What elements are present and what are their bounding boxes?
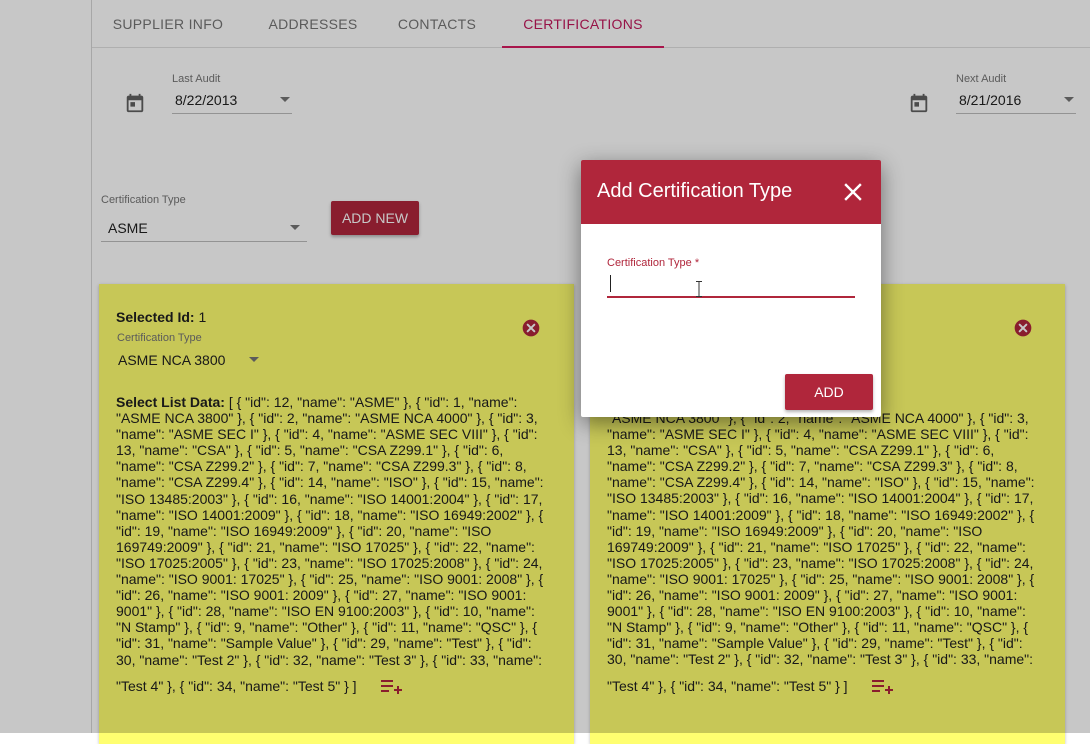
- certification-type-input[interactable]: [607, 272, 855, 298]
- text-cursor: [610, 275, 611, 292]
- ibeam-cursor-icon: [696, 281, 702, 297]
- add-certification-dialog: Add Certification Type Certification Typ…: [581, 160, 881, 417]
- dialog-field-label: Certification Type *: [607, 257, 700, 269]
- page: SUPPLIER INFO ADDRESSES CONTACTS CERTIFI…: [0, 0, 1090, 744]
- close-icon[interactable]: [843, 182, 863, 202]
- dialog-add-button[interactable]: ADD: [785, 374, 873, 410]
- modal-overlay[interactable]: [0, 0, 1090, 733]
- dialog-header: Add Certification Type: [581, 160, 881, 224]
- dialog-title: Add Certification Type: [597, 180, 793, 202]
